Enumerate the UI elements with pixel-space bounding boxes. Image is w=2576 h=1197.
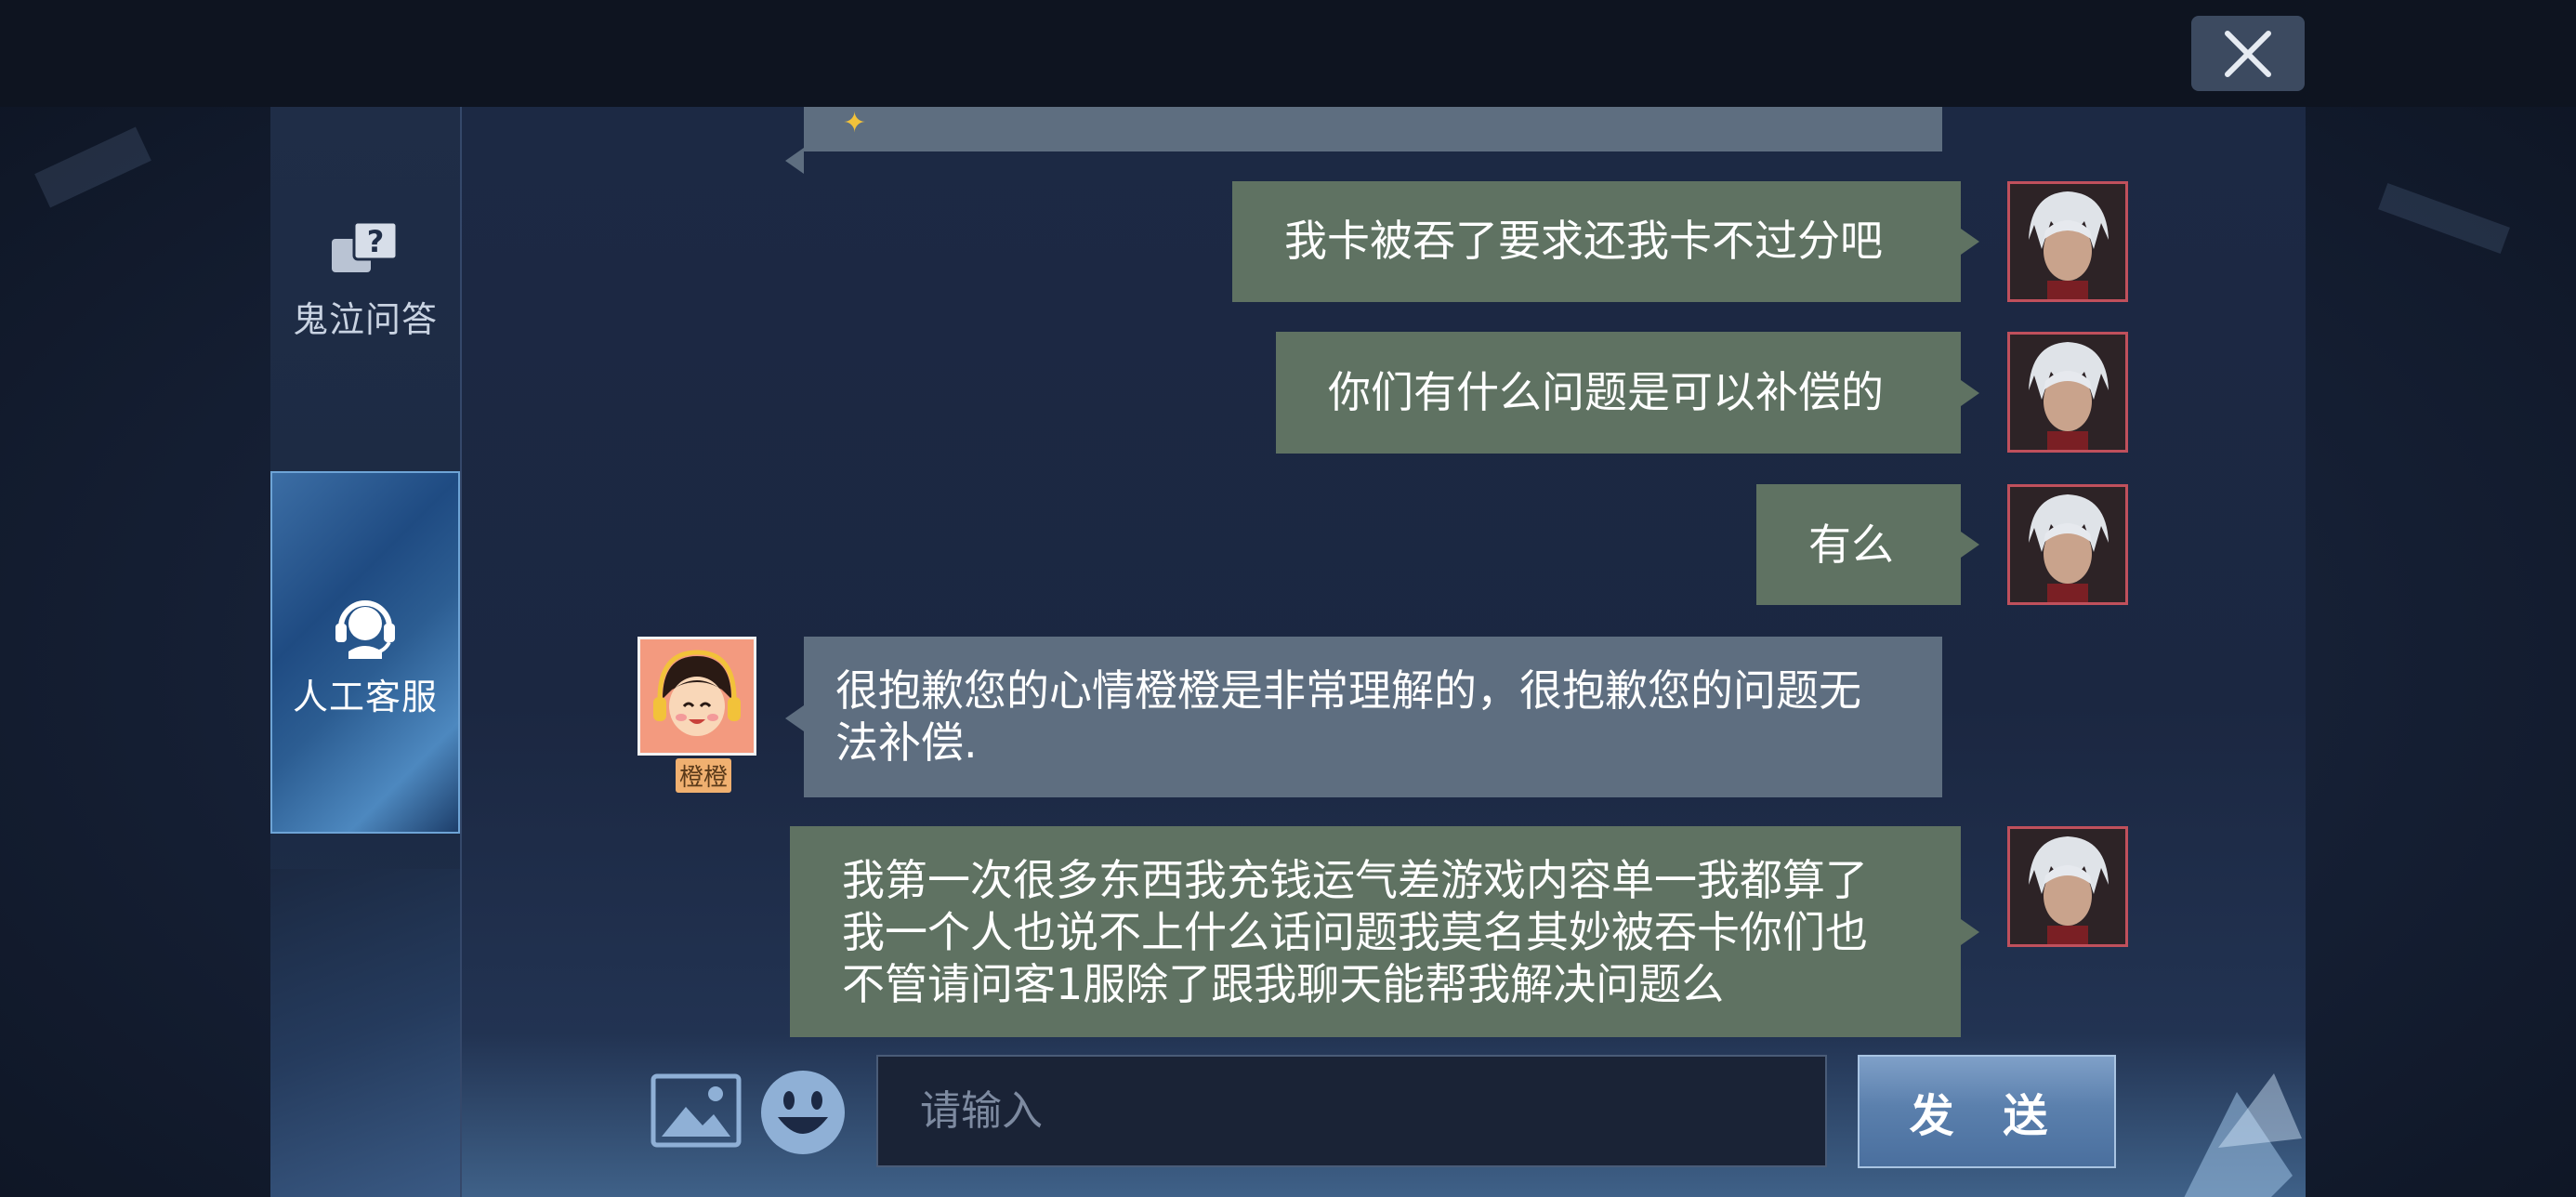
cs-agent-name: 橙橙 [676,758,732,793]
avatar-portrait-icon [2010,184,2125,299]
message-input[interactable] [876,1055,1827,1167]
sidebar-item-label: 鬼泣问答 [292,299,438,340]
image-upload-button[interactable] [651,1073,742,1148]
cs-avatar [637,637,756,756]
sparkle-icon: ✦ [843,107,867,139]
avatar-portrait-icon [2010,335,2125,450]
background-decoration [34,126,151,208]
sidebar-item-qa[interactable]: ? 鬼泣问答 [270,218,460,441]
cs-agent-face-icon [640,639,754,753]
qa-icon: ? [332,220,399,272]
sidebar-decoration [270,869,460,1197]
message-text: 我卡被吞了要求还我卡不过分吧 [1284,216,1883,266]
user-avatar[interactable] [2007,181,2128,302]
emoji-icon [761,1071,845,1154]
user-avatar[interactable] [2007,826,2128,947]
sidebar-item-human-service[interactable]: 人工客服 [270,471,460,834]
chat-panel: ✦ 我卡被吞了要求还我卡不过分吧 你们有什么问题是可以补偿的 有么 橙橙 很抱歉… [462,107,2306,1197]
avatar-portrait-icon [2010,487,2125,602]
message-bubble-partial [785,107,1942,174]
background-decoration [2378,182,2510,255]
close-button[interactable] [2191,16,2305,91]
sidebar-item-label: 人工客服 [292,676,438,717]
svg-text:?: ? [367,224,385,259]
message-bubble: 我第一次很多东西我充钱运气差游戏内容单一我都算了我一个人也说不上什么话问题我莫名… [790,826,1979,1037]
message-text: 很抱歉您的心情橙橙是非常理解的，很抱歉您的问题无法补偿. [835,665,1861,768]
message-bubble: 很抱歉您的心情橙橙是非常理解的，很抱歉您的问题无法补偿. [785,637,1942,797]
user-avatar[interactable] [2007,332,2128,453]
headset-icon [335,599,395,659]
close-icon [2225,30,2271,77]
image-icon [651,1073,742,1148]
message-bubble: 我卡被吞了要求还我卡不过分吧 [1232,181,1979,302]
message-bubble: 有么 [1756,484,1979,605]
message-text: 有么 [1808,520,1894,570]
send-button[interactable]: 发 送 [1858,1055,2116,1168]
sidebar: ? 鬼泣问答 人工客服 [270,107,462,1197]
avatar-portrait-icon [2010,829,2125,944]
message-text: 你们有什么问题是可以补偿的 [1328,367,1884,417]
message-bubble: 你们有什么问题是可以补偿的 [1276,332,1979,454]
message-text: 我第一次很多东西我充钱运气差游戏内容单一我都算了我一个人也说不上什么话问题我莫名… [842,855,1868,1009]
user-avatar[interactable] [2007,484,2128,605]
emoji-button[interactable] [757,1067,848,1158]
crystal-decoration [2184,1073,2302,1197]
top-bar [0,0,2576,107]
